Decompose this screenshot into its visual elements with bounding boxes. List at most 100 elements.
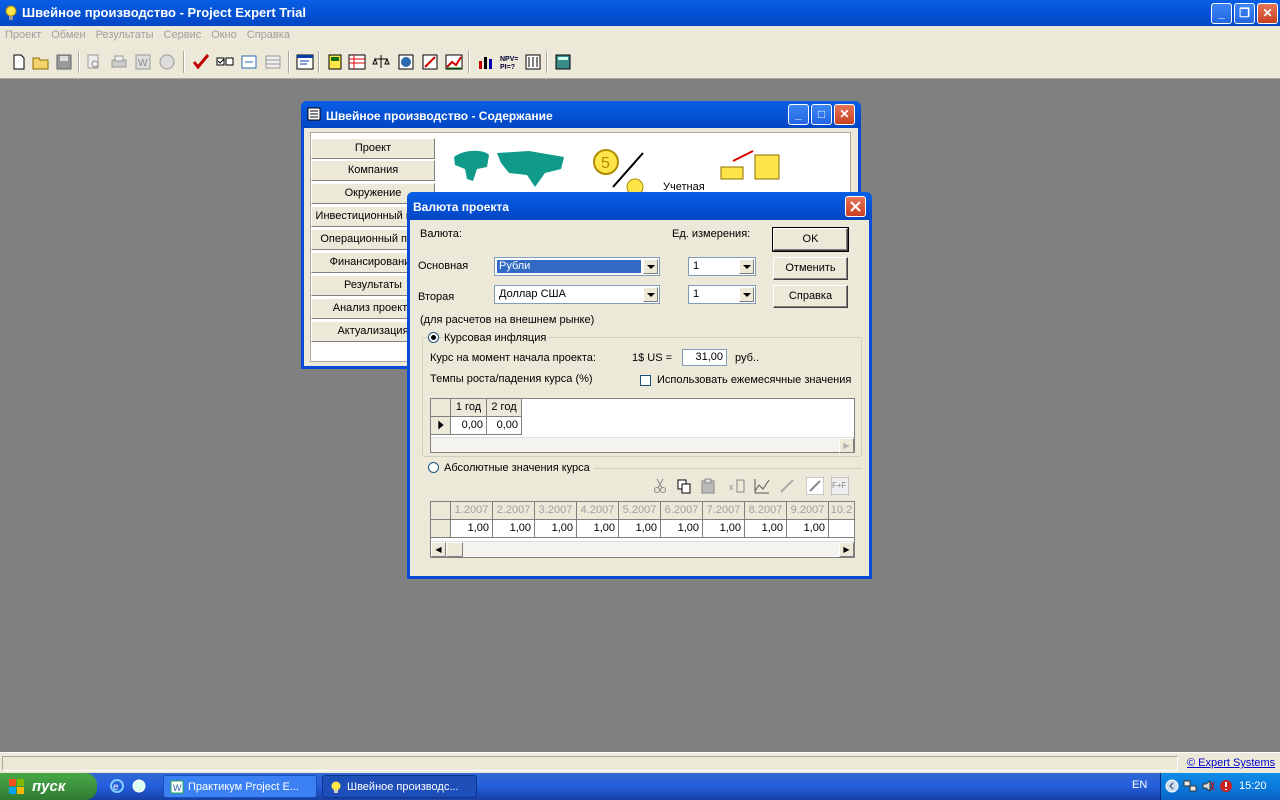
chevron-down-icon[interactable] (739, 259, 754, 274)
window-list-icon[interactable] (296, 53, 314, 71)
calendar-icon[interactable] (326, 53, 344, 71)
transfer-icon[interactable] (240, 53, 258, 71)
show-desktop-icon[interactable] (131, 778, 147, 794)
scroll-thumb[interactable] (446, 542, 463, 557)
growth-cell[interactable]: 0,00 (451, 417, 487, 435)
main-currency-select[interactable]: Рубли (494, 257, 660, 276)
nav-company[interactable]: Компания (311, 160, 435, 181)
monthly-checkbox[interactable] (640, 375, 651, 386)
foreign-note: (для расчетов на внешнем рынке) (420, 314, 595, 326)
alert-icon[interactable] (1219, 779, 1233, 793)
check-icon[interactable] (192, 53, 210, 71)
rate-cell[interactable]: 1,00 (619, 520, 661, 538)
rate-input[interactable]: 31,00 (682, 349, 727, 366)
nav-project[interactable]: Проект (311, 138, 435, 159)
balance-icon[interactable] (372, 53, 390, 71)
sensitivity-icon[interactable] (524, 53, 542, 71)
contents-minimize-button[interactable]: _ (788, 104, 809, 125)
language-indicator[interactable]: EN (1132, 779, 1147, 791)
checklist-icon[interactable] (216, 53, 234, 71)
paste-icon[interactable] (699, 477, 717, 495)
growth-fill-icon[interactable] (778, 477, 796, 495)
contents-maximize-button[interactable]: □ (811, 104, 832, 125)
restore-button[interactable]: ❐ (1234, 3, 1255, 24)
contents-close-button[interactable]: ✕ (834, 104, 855, 125)
rate-cell[interactable]: 1,00 (451, 520, 493, 538)
dialog-close-button[interactable] (845, 196, 866, 217)
menu-exchange[interactable]: Обмен (46, 26, 90, 41)
new-file-icon[interactable] (10, 53, 28, 71)
menu-results[interactable]: Результаты (91, 26, 159, 41)
svg-text:e: e (113, 782, 119, 793)
help-button[interactable]: Справка (773, 285, 848, 308)
cashflow-icon[interactable] (348, 53, 366, 71)
close-button[interactable]: ✕ (1257, 3, 1278, 24)
rate-cell[interactable]: 1,00 (661, 520, 703, 538)
scroll-right-icon[interactable]: ▶ (839, 542, 854, 557)
brand-link[interactable]: © Expert Systems (1187, 757, 1275, 769)
growth-scrollbar[interactable]: ▶ (431, 437, 854, 453)
calculator-icon[interactable] (554, 53, 572, 71)
taskbar: пуск e W Практикум Project E... Швейное … (0, 773, 1280, 800)
cut-icon[interactable] (651, 477, 669, 495)
preview-icon[interactable] (85, 53, 103, 71)
month-header: 7.2007 (703, 502, 745, 520)
taskbar-item-practicum[interactable]: W Практикум Project E... (163, 775, 317, 798)
volume-icon[interactable] (1201, 779, 1215, 793)
main-unit-select[interactable]: 1 (688, 257, 756, 276)
inflation-radio[interactable] (428, 332, 439, 343)
bar-chart-icon[interactable] (476, 53, 494, 71)
npv-pi-icon[interactable]: NPV=?PI=? (500, 53, 518, 71)
minimize-button[interactable]: _ (1211, 3, 1232, 24)
word-icon[interactable]: W (134, 53, 152, 71)
formula-icon[interactable]: F+F (831, 477, 849, 495)
menu-window[interactable]: Окно (206, 26, 242, 41)
copy-icon[interactable] (675, 477, 693, 495)
table-icon[interactable] (264, 53, 282, 71)
chevron-down-icon[interactable] (739, 287, 754, 302)
rate-cell[interactable]: 1,00 (787, 520, 829, 538)
fill-icon[interactable]: x (728, 477, 746, 495)
chart-icon[interactable] (445, 53, 463, 71)
rate-cell[interactable]: 1,00 (745, 520, 787, 538)
rate-cell[interactable]: 1,00 (535, 520, 577, 538)
absolute-radio-label: Абсолютные значения курса (444, 462, 590, 474)
main-unit-value: 1 (693, 260, 700, 272)
trend-icon[interactable] (753, 477, 771, 495)
month-header: 8.2007 (745, 502, 787, 520)
absolute-table: 1.2007 2.2007 3.2007 4.2007 5.2007 6.200… (430, 501, 855, 558)
internet-explorer-icon[interactable]: e (109, 778, 125, 794)
open-folder-icon[interactable] (32, 53, 50, 71)
pencil-icon[interactable] (806, 477, 824, 495)
scroll-left-icon[interactable]: ◀ (431, 542, 446, 557)
taskbar-item-project[interactable]: Швейное производс... (322, 775, 477, 798)
chevron-down-icon[interactable] (643, 287, 658, 302)
menu-project[interactable]: Проект (0, 26, 46, 41)
rate-cell[interactable]: 1,00 (577, 520, 619, 538)
network-icon[interactable] (1183, 779, 1197, 793)
absolute-radio[interactable] (428, 462, 439, 473)
cancel-button[interactable]: Отменить (773, 257, 848, 280)
absolute-scrollbar[interactable]: ◀ ▶ (431, 541, 854, 557)
chevron-down-icon[interactable] (643, 259, 658, 274)
second-unit-select[interactable]: 1 (688, 285, 756, 304)
month-header: 4.2007 (577, 502, 619, 520)
menu-service[interactable]: Сервис (159, 26, 207, 41)
print-icon[interactable] (110, 53, 128, 71)
edit-chart-icon[interactable] (421, 53, 439, 71)
start-button[interactable]: пуск (0, 773, 97, 800)
report-icon[interactable] (158, 53, 176, 71)
rate-cell[interactable] (829, 520, 854, 538)
save-icon[interactable] (55, 53, 73, 71)
rate-cell[interactable]: 1,00 (493, 520, 535, 538)
globe-report-icon[interactable] (397, 53, 415, 71)
status-panel (2, 756, 1178, 771)
status-bar: © Expert Systems (0, 752, 1280, 773)
scroll-right-icon[interactable]: ▶ (839, 438, 854, 453)
menu-help[interactable]: Справка (242, 26, 295, 41)
rate-cell[interactable]: 1,00 (703, 520, 745, 538)
growth-cell[interactable]: 0,00 (487, 417, 522, 435)
second-currency-select[interactable]: Доллар США (494, 285, 660, 304)
ok-button[interactable]: OK (772, 227, 849, 252)
back-arrow-icon[interactable] (1165, 779, 1179, 793)
